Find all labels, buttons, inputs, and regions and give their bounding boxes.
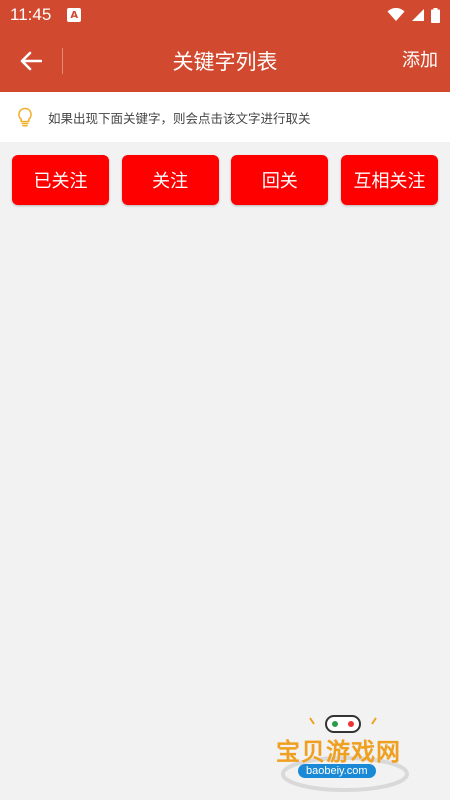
keyword-button-mutual-follow[interactable]: 互相关注: [340, 155, 438, 205]
keyword-button-follow-back[interactable]: 回关: [231, 155, 329, 205]
page-title: 关键字列表: [172, 50, 278, 74]
lightbulb-icon: [18, 107, 32, 127]
watermark-logo: 宝贝游戏网 baobeiy.com: [270, 712, 420, 794]
arrow-left-icon: [20, 51, 42, 71]
signal-icon: [412, 9, 424, 21]
keyword-button-followed[interactable]: 已关注: [12, 155, 109, 205]
watermark-url: baobeiy.com: [298, 764, 376, 778]
status-time: 11:45: [10, 5, 52, 24]
back-button[interactable]: [14, 44, 48, 78]
notification-icon: A: [67, 8, 82, 22]
battery-icon: [431, 7, 440, 23]
status-icons: [387, 7, 440, 23]
keyword-list: 已关注 关注 回关 互相关注: [12, 155, 438, 205]
toolbar-divider: [62, 48, 63, 74]
keyword-button-follow[interactable]: 关注: [121, 155, 219, 205]
wifi-icon: [387, 8, 405, 21]
app-toolbar: 关键字列表 添加: [0, 30, 450, 92]
add-button[interactable]: 添加: [402, 47, 438, 75]
status-bar: 11:45 A: [0, 0, 450, 30]
hint-bar: 如果出现下面关键字，则会点击该文字进行取关: [0, 92, 450, 142]
hint-text: 如果出现下面关键字，则会点击该文字进行取关: [48, 110, 311, 126]
watermark-title: 宝贝游戏网: [276, 738, 401, 766]
